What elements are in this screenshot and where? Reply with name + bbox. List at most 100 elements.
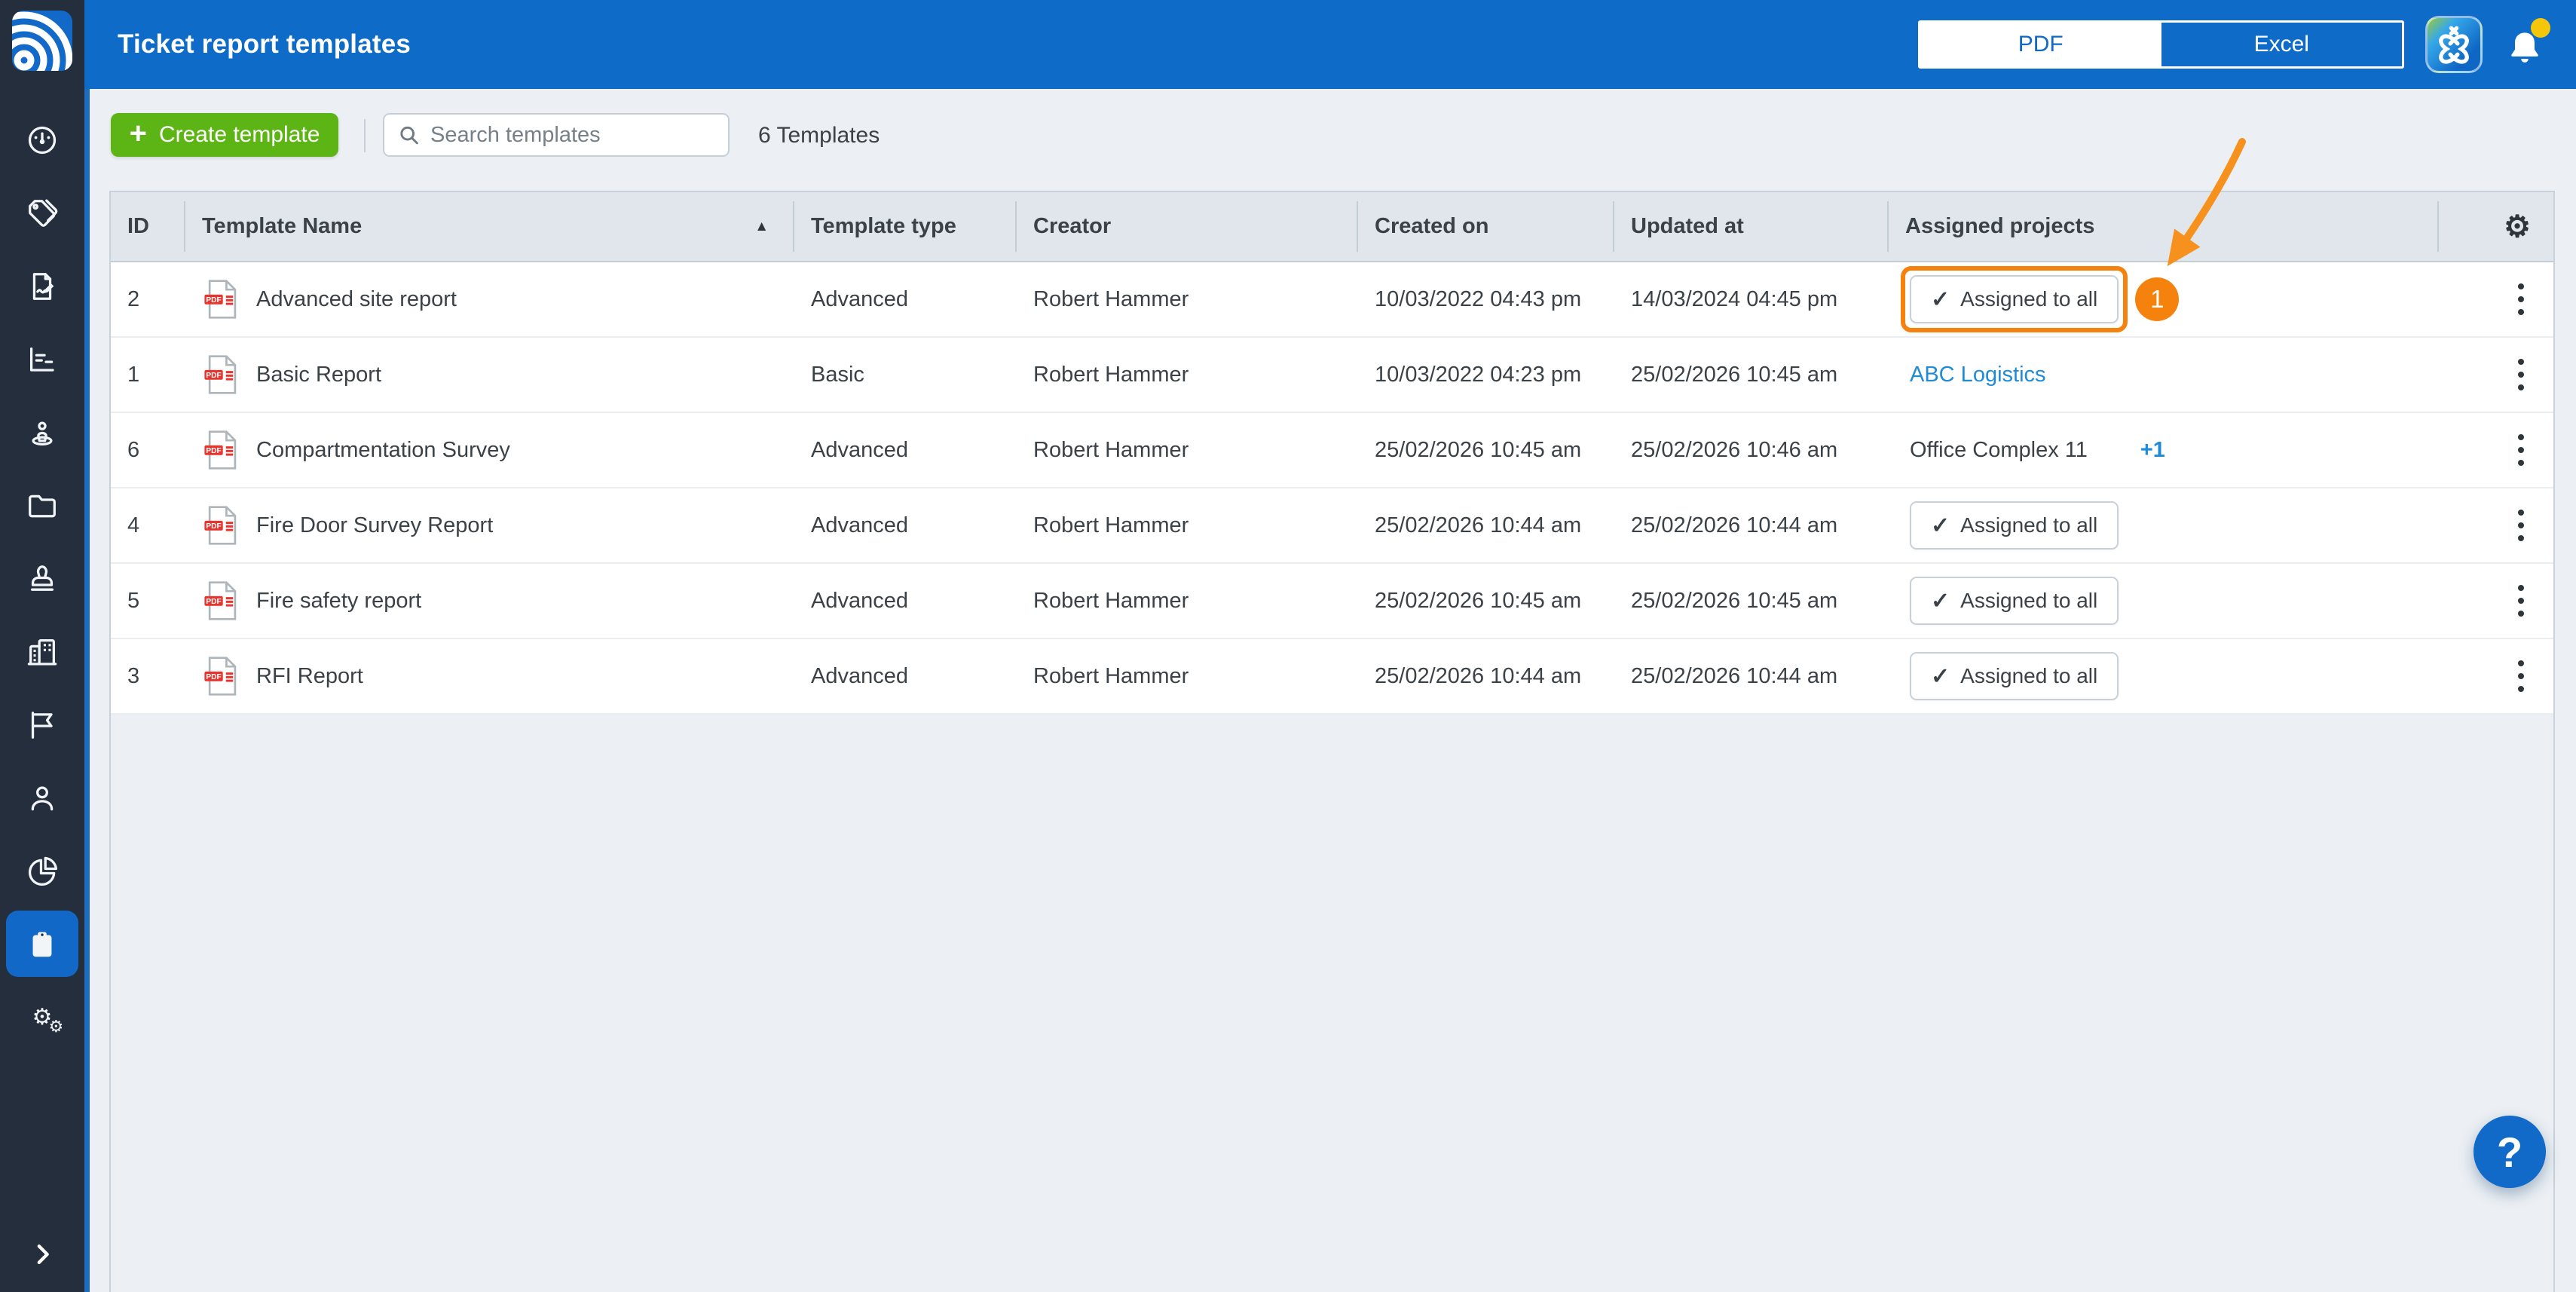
cell-assigned-projects: Office Complex 11 +1 bbox=[1889, 413, 2439, 487]
format-toggle: PDF Excel bbox=[1918, 20, 2404, 69]
sidebar-item-site-person[interactable] bbox=[0, 396, 84, 469]
column-header-created-on[interactable]: Created on bbox=[1358, 192, 1614, 261]
sidebar-item-settings-gears[interactable]: ⚙ ⚙ bbox=[0, 981, 84, 1054]
template-name-text: Fire Door Survey Report bbox=[256, 513, 494, 537]
sidebar-item-report-templates[interactable] bbox=[0, 908, 84, 981]
cell-created-on: 25/02/2026 10:44 am bbox=[1375, 663, 1582, 688]
row-menu-kebab-icon[interactable] bbox=[2511, 274, 2531, 324]
cell-template-type: Advanced bbox=[811, 513, 908, 537]
sidebar-item-dashboard[interactable] bbox=[0, 103, 84, 176]
assigned-to-all-button[interactable]: ✓ Assigned to all bbox=[1910, 275, 2119, 323]
cell-updated-at: 25/02/2026 10:45 am bbox=[1631, 362, 1838, 387]
cell-creator: Robert Hammer bbox=[1033, 663, 1189, 688]
column-header-assigned-projects[interactable]: Assigned projects bbox=[1889, 192, 2439, 261]
sidebar-item-flag[interactable] bbox=[0, 688, 84, 761]
clipboard-icon bbox=[32, 932, 52, 957]
sidebar-item-users[interactable] bbox=[0, 761, 84, 834]
cell-template-type: Basic bbox=[811, 362, 864, 387]
cell-creator: Robert Hammer bbox=[1033, 513, 1189, 537]
table-row[interactable]: 6 PDF Compartmentation Survey Advanced R… bbox=[111, 413, 2553, 488]
dashboard-gauge-icon bbox=[28, 126, 57, 154]
cell-updated-at: 25/02/2026 10:46 am bbox=[1631, 437, 1838, 462]
sidebar-item-statistics-pie[interactable] bbox=[0, 834, 84, 908]
document-pen-icon bbox=[32, 272, 54, 300]
row-menu-kebab-icon[interactable] bbox=[2511, 350, 2531, 400]
cell-creator: Robert Hammer bbox=[1033, 588, 1189, 613]
column-header-template-type[interactable]: Template type bbox=[794, 192, 1017, 261]
assigned-to-all-label: Assigned to all bbox=[1960, 513, 2098, 537]
notifications-button[interactable] bbox=[2504, 18, 2550, 71]
toggle-excel[interactable]: Excel bbox=[2161, 23, 2403, 66]
table-row[interactable]: 5 PDF Fire safety report Advanced Robert… bbox=[111, 564, 2553, 639]
table-row[interactable]: 3 PDF RFI Report Advanced Robert Hammer … bbox=[111, 639, 2553, 715]
table-row[interactable]: 4 PDF Fire Door Survey Report Advanced R… bbox=[111, 488, 2553, 564]
check-icon: ✓ bbox=[1931, 286, 1950, 312]
sidebar-item-stamp[interactable] bbox=[0, 542, 84, 615]
sidebar-expand-button[interactable] bbox=[0, 1233, 84, 1275]
table-header-row: ID Template Name ▲ Template type Creator… bbox=[111, 191, 2553, 262]
pdf-file-icon: PDF bbox=[204, 506, 237, 545]
assigned-more-link[interactable]: +1 bbox=[2140, 438, 2165, 463]
row-menu-kebab-icon[interactable] bbox=[2511, 651, 2531, 701]
sidebar-item-tags[interactable] bbox=[0, 176, 84, 250]
folder-icon bbox=[29, 494, 56, 517]
cell-template-type: Advanced bbox=[811, 286, 908, 311]
assigned-project-link[interactable]: ABC Logistics bbox=[1910, 363, 2046, 387]
cell-updated-at: 14/03/2024 04:45 pm bbox=[1631, 286, 1838, 311]
template-name-text: Basic Report bbox=[256, 362, 382, 387]
toggle-pdf[interactable]: PDF bbox=[1920, 23, 2161, 66]
template-name-text: Advanced site report bbox=[256, 286, 457, 311]
table-row[interactable]: 2 PDF Advanced site report Advanced Robe… bbox=[111, 262, 2553, 338]
row-menu-kebab-icon[interactable] bbox=[2511, 576, 2531, 626]
cell-created-on: 25/02/2026 10:45 am bbox=[1375, 588, 1582, 613]
cell-id: 1 bbox=[127, 362, 140, 387]
cell-template-name: PDF Compartmentation Survey bbox=[185, 413, 794, 487]
pdf-file-icon: PDF bbox=[204, 355, 237, 394]
column-settings-gear-icon[interactable]: ⚙ bbox=[2439, 192, 2553, 261]
create-template-button[interactable]: + Create template bbox=[111, 113, 338, 157]
page-title: Ticket report templates bbox=[118, 29, 411, 59]
sidebar-item-forms[interactable] bbox=[0, 250, 84, 323]
cell-updated-at: 25/02/2026 10:45 am bbox=[1631, 588, 1838, 613]
assigned-to-all-button[interactable]: ✓ Assigned to all bbox=[1910, 501, 2119, 550]
help-button[interactable]: ? bbox=[2474, 1116, 2546, 1188]
column-header-updated-at[interactable]: Updated at bbox=[1614, 192, 1889, 261]
templates-table: ID Template Name ▲ Template type Creator… bbox=[109, 191, 2555, 1292]
cell-assigned-projects: ✓ Assigned to all bbox=[1889, 564, 2439, 638]
sidebar: ⚙ ⚙ bbox=[0, 0, 84, 1292]
pdf-file-icon: PDF bbox=[204, 430, 237, 470]
app-launcher-button[interactable] bbox=[2425, 16, 2483, 73]
assigned-to-all-button[interactable]: ✓ Assigned to all bbox=[1910, 577, 2119, 625]
sidebar-item-documents-folder[interactable] bbox=[0, 469, 84, 542]
row-menu-kebab-icon[interactable] bbox=[2511, 501, 2531, 550]
cell-created-on: 25/02/2026 10:44 am bbox=[1375, 513, 1582, 537]
sidebar-item-company-buildings[interactable] bbox=[0, 615, 84, 688]
notification-dot bbox=[2531, 18, 2550, 38]
search-input[interactable] bbox=[430, 122, 714, 148]
sidebar-item-reports-chart[interactable] bbox=[0, 323, 84, 396]
cell-template-type: Advanced bbox=[811, 588, 908, 613]
pdf-file-icon: PDF bbox=[204, 581, 237, 620]
app-logo-icon[interactable] bbox=[12, 11, 72, 71]
template-count: 6 Templates bbox=[758, 123, 880, 148]
column-header-creator[interactable]: Creator bbox=[1017, 192, 1358, 261]
row-menu-kebab-icon[interactable] bbox=[2511, 425, 2531, 475]
cell-creator: Robert Hammer bbox=[1033, 437, 1189, 462]
pdf-file-icon: PDF bbox=[204, 280, 237, 319]
search-icon bbox=[400, 126, 418, 145]
annotation-step-badge: 1 bbox=[2135, 277, 2180, 321]
chart-icon bbox=[29, 347, 54, 372]
table-row[interactable]: 1 PDF Basic Report Basic Robert Hammer 1… bbox=[111, 338, 2553, 413]
column-header-template-name[interactable]: Template Name ▲ bbox=[185, 192, 794, 261]
cell-template-name: PDF Fire Door Survey Report bbox=[185, 488, 794, 562]
assigned-to-all-label: Assigned to all bbox=[1960, 589, 2098, 612]
cell-id: 4 bbox=[127, 513, 140, 537]
svg-text:PDF: PDF bbox=[206, 447, 222, 455]
pdf-file-icon: PDF bbox=[204, 657, 237, 696]
assigned-to-all-button[interactable]: ✓ Assigned to all bbox=[1910, 652, 2119, 700]
sidebar-accent-strip bbox=[84, 89, 90, 1292]
assigned-to-all-label: Assigned to all bbox=[1960, 664, 2098, 687]
cell-id: 2 bbox=[127, 286, 140, 311]
column-header-id[interactable]: ID bbox=[111, 192, 185, 261]
cell-created-on: 10/03/2022 04:43 pm bbox=[1375, 286, 1582, 311]
